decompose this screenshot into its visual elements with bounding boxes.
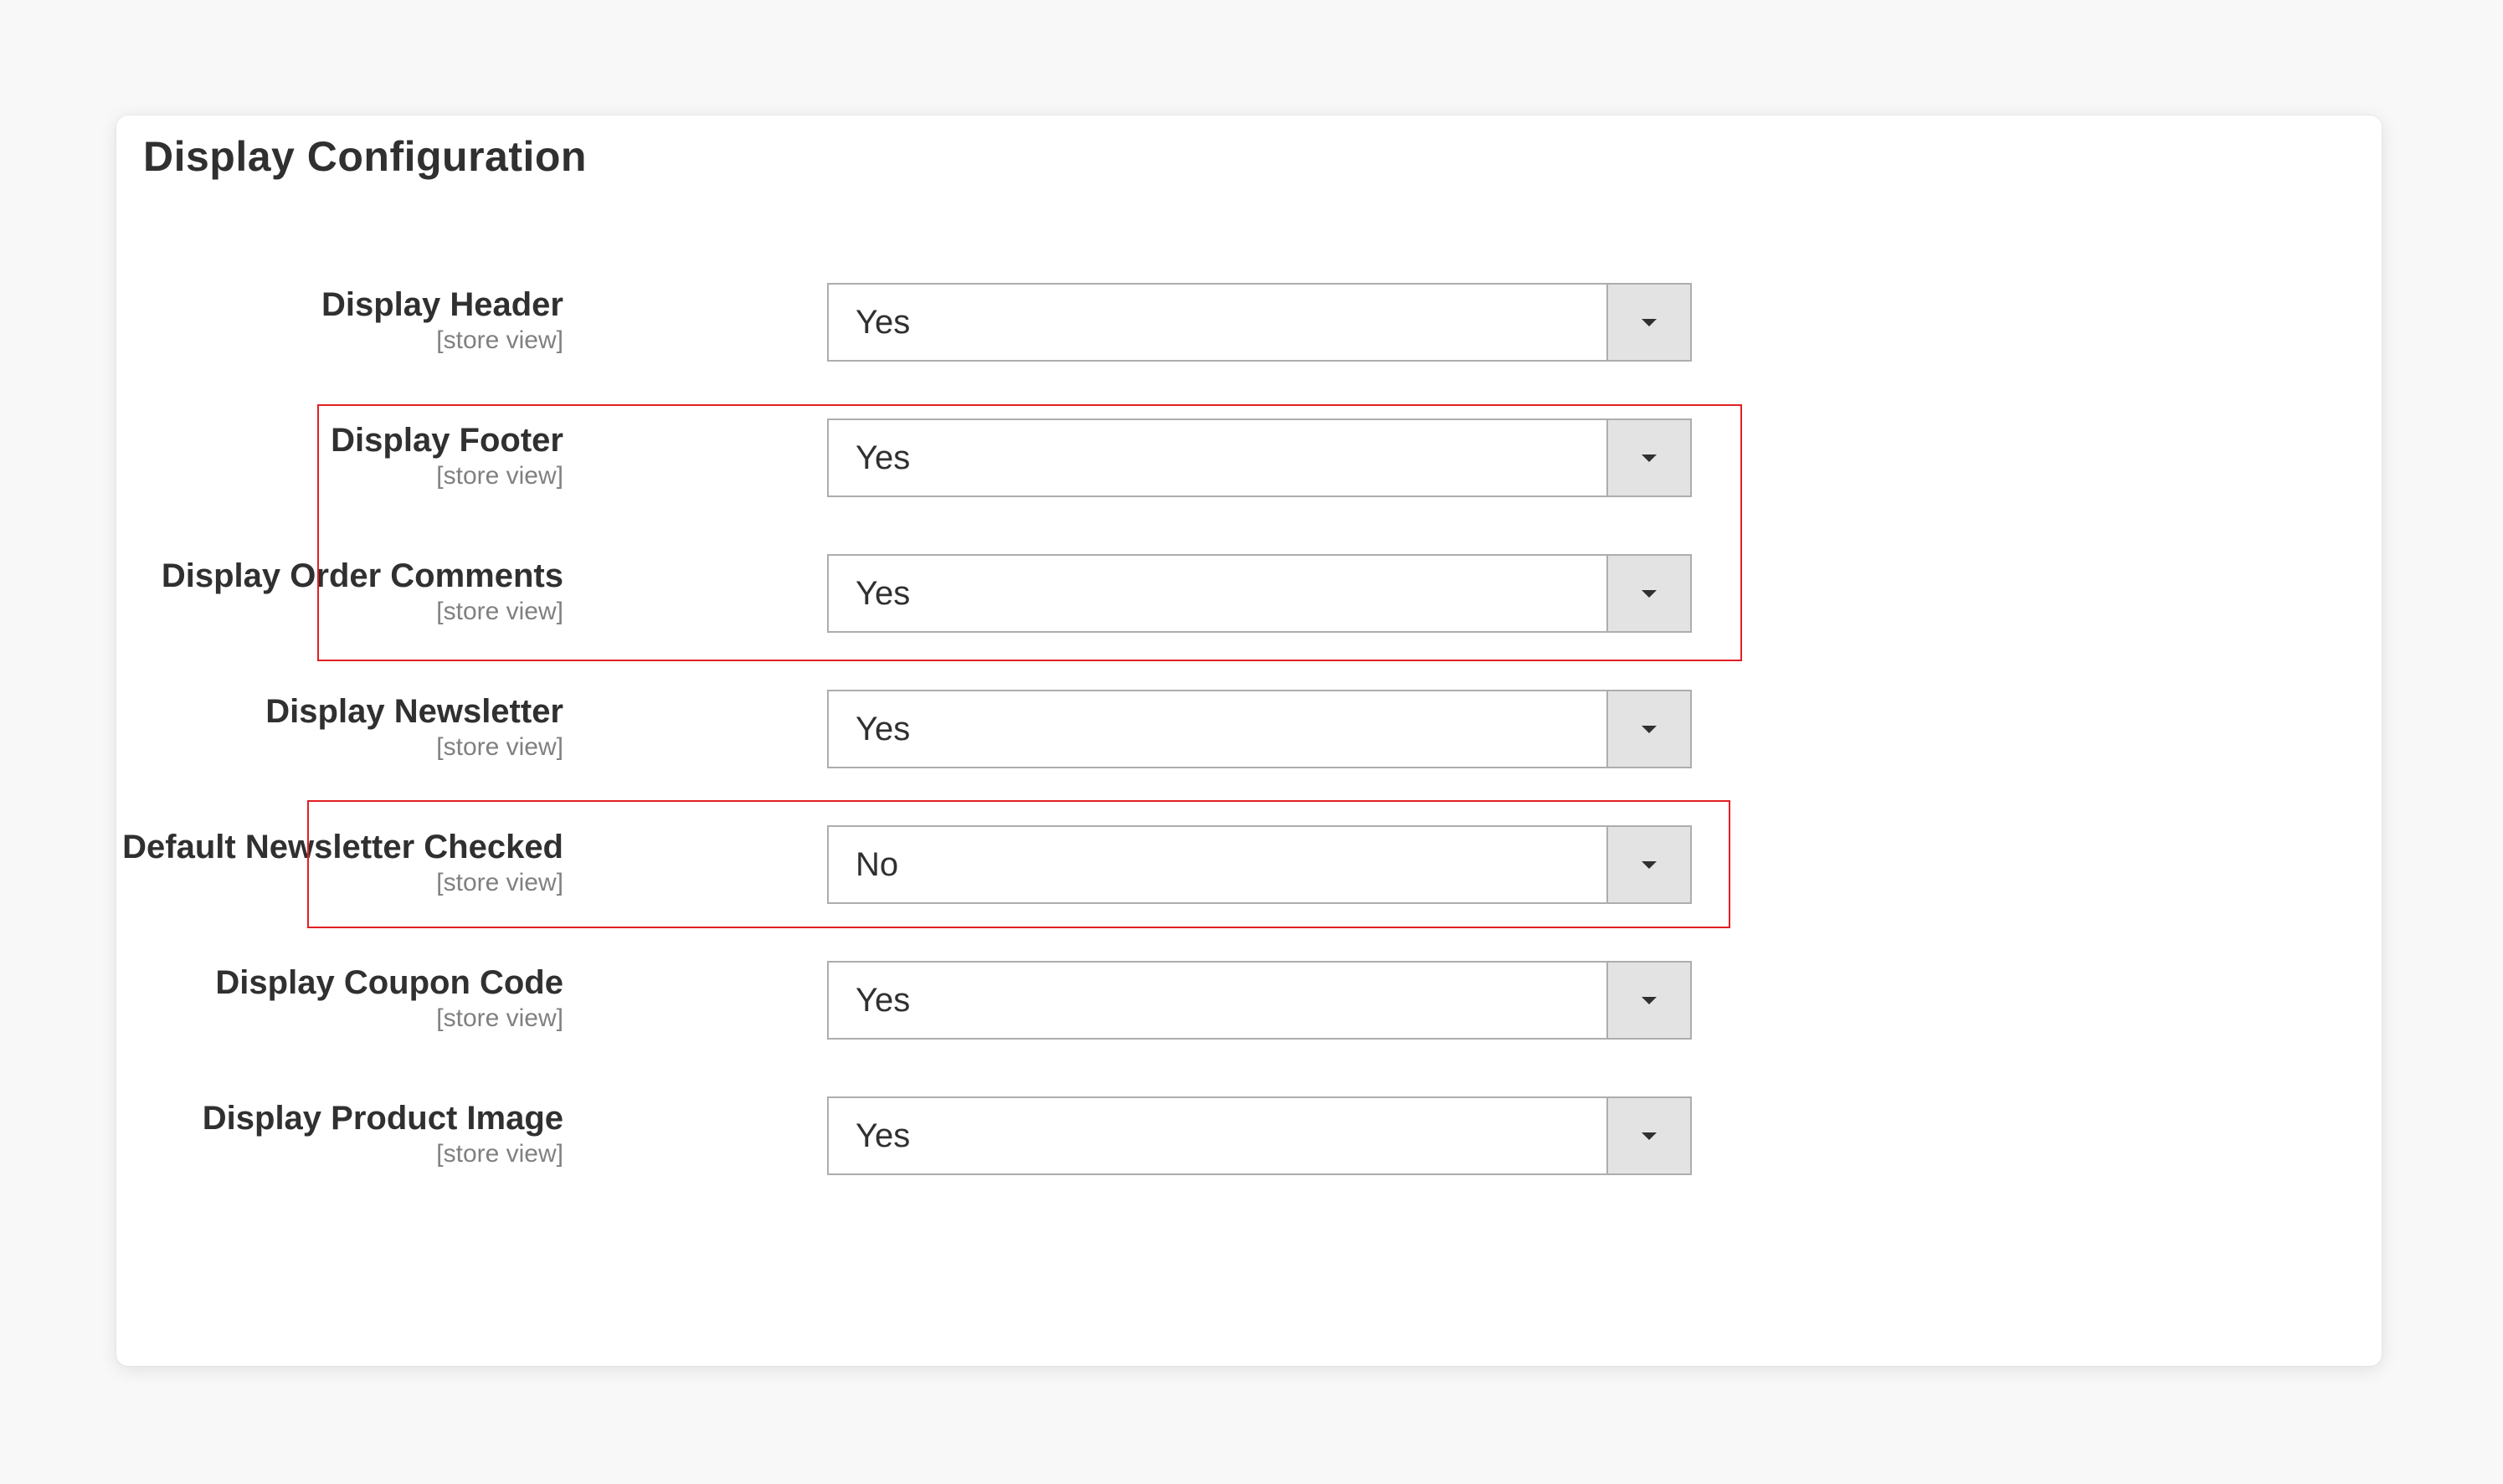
dropdown-toggle[interactable] xyxy=(1606,963,1690,1038)
display-configuration-panel: Display Configuration Display Header [st… xyxy=(116,116,2382,1366)
display-newsletter-select[interactable]: Yes xyxy=(827,690,1692,768)
field-label-default-newsletter-checked: Default Newsletter Checked [store view] xyxy=(122,827,563,897)
chevron-down-icon xyxy=(1642,1132,1657,1140)
chevron-down-icon xyxy=(1642,454,1657,462)
select-value: Yes xyxy=(856,1117,911,1154)
field-label-display-newsletter: Display Newsletter [store view] xyxy=(265,691,563,762)
panel-title: Display Configuration xyxy=(143,133,587,180)
display-footer-select[interactable]: Yes xyxy=(827,418,1692,497)
field-name: Display Newsletter xyxy=(265,693,563,730)
field-scope: [store view] xyxy=(436,326,563,354)
select-value: Yes xyxy=(856,439,911,476)
field-name: Display Product Image xyxy=(202,1100,563,1137)
field-name: Default Newsletter Checked xyxy=(122,829,563,865)
display-header-select[interactable]: Yes xyxy=(827,283,1692,362)
chevron-down-icon xyxy=(1642,861,1657,869)
field-scope: [store view] xyxy=(436,1004,563,1032)
field-label-display-order-comments: Display Order Comments [store view] xyxy=(162,556,563,626)
dropdown-toggle[interactable] xyxy=(1606,420,1690,496)
chevron-down-icon xyxy=(1642,726,1657,733)
field-label-display-header: Display Header [store view] xyxy=(321,285,563,355)
select-value: Yes xyxy=(856,982,911,1019)
select-value: Yes xyxy=(856,304,911,341)
dropdown-toggle[interactable] xyxy=(1606,285,1690,360)
dropdown-toggle[interactable] xyxy=(1606,1098,1690,1173)
field-label-display-product-image: Display Product Image [store view] xyxy=(203,1098,563,1168)
field-scope: [store view] xyxy=(436,598,563,625)
display-order-comments-select[interactable]: Yes xyxy=(827,554,1692,633)
dropdown-toggle[interactable] xyxy=(1606,691,1690,767)
select-value: Yes xyxy=(856,711,911,747)
select-value: Yes xyxy=(856,575,911,612)
field-name: Display Order Comments xyxy=(161,557,563,594)
field-scope: [store view] xyxy=(436,1140,563,1168)
field-name: Display Header xyxy=(321,286,563,323)
field-label-display-footer: Display Footer [store view] xyxy=(331,420,563,490)
field-label-display-coupon-code: Display Coupon Code [store view] xyxy=(215,963,563,1033)
chevron-down-icon xyxy=(1642,997,1657,1004)
field-name: Display Coupon Code xyxy=(215,964,563,1001)
chevron-down-icon xyxy=(1642,319,1657,326)
field-scope: [store view] xyxy=(436,869,563,896)
chevron-down-icon xyxy=(1642,590,1657,598)
dropdown-toggle[interactable] xyxy=(1606,827,1690,902)
display-product-image-select[interactable]: Yes xyxy=(827,1096,1692,1175)
dropdown-toggle[interactable] xyxy=(1606,556,1690,631)
field-name: Display Footer xyxy=(331,422,563,459)
field-scope: [store view] xyxy=(436,462,563,490)
field-scope: [store view] xyxy=(436,733,563,761)
display-coupon-code-select[interactable]: Yes xyxy=(827,961,1692,1040)
select-value: No xyxy=(856,846,899,883)
default-newsletter-checked-select[interactable]: No xyxy=(827,825,1692,904)
